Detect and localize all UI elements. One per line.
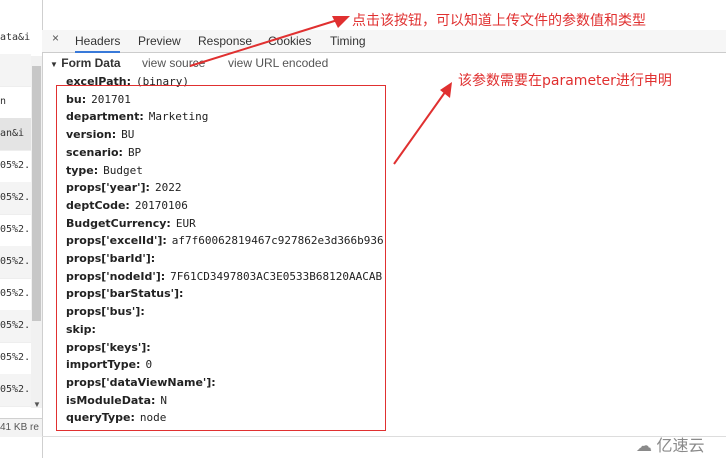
watermark: ☁ 亿速云 [636, 432, 704, 456]
request-list-item[interactable]: 05%2. [0, 214, 31, 247]
form-data-title: Form Data [61, 56, 121, 70]
request-list-item[interactable]: 05%2. [0, 246, 31, 279]
request-list-item[interactable]: 05%2. [0, 374, 31, 407]
scrollbar-thumb[interactable] [32, 66, 41, 321]
request-list-item[interactable]: 05%2. [0, 182, 31, 215]
tab-preview[interactable]: Preview [138, 31, 181, 51]
transfer-status: 41 KB re [0, 418, 42, 437]
params-highlight-box [56, 85, 386, 431]
form-data-section-header[interactable]: ▼ Form Data [50, 54, 121, 74]
arrow-icon [189, 16, 350, 67]
request-list-item[interactable]: an&i [0, 118, 31, 151]
close-details-icon[interactable]: × [52, 31, 59, 45]
arrow-icon [393, 82, 452, 165]
scroll-down-icon[interactable]: ▼ [33, 400, 41, 409]
request-list-panel: ata&i n an&i 05%2. 05%2. 05%2. 05%2. 05%2. 05%2.… [0, 0, 43, 458]
request-list-item[interactable]: n [0, 86, 31, 119]
watermark-logo-icon: ☁ [636, 438, 652, 455]
watermark-text: 亿速云 [656, 438, 705, 455]
request-list-item[interactable]: 05%2. [0, 310, 31, 343]
request-list-item[interactable]: 05%2. [0, 150, 31, 183]
request-list-item[interactable]: ata&i [0, 22, 31, 55]
annotation-text-top: 点击该按钮，可以知道上传文件的参数值和类型 [352, 13, 646, 29]
tab-headers[interactable]: Headers [75, 31, 121, 53]
request-list-scrollbar[interactable] [31, 56, 42, 408]
bottom-divider [42, 436, 726, 459]
collapse-triangle-icon: ▼ [50, 60, 58, 69]
annotation-arrow-right [388, 78, 458, 168]
request-list-item[interactable]: 05%2. [0, 278, 31, 311]
request-list-item[interactable] [0, 54, 31, 87]
annotation-text-right: 该参数需要在parameter进行申明 [458, 73, 672, 89]
request-list-item[interactable]: 05%2. [0, 342, 31, 375]
